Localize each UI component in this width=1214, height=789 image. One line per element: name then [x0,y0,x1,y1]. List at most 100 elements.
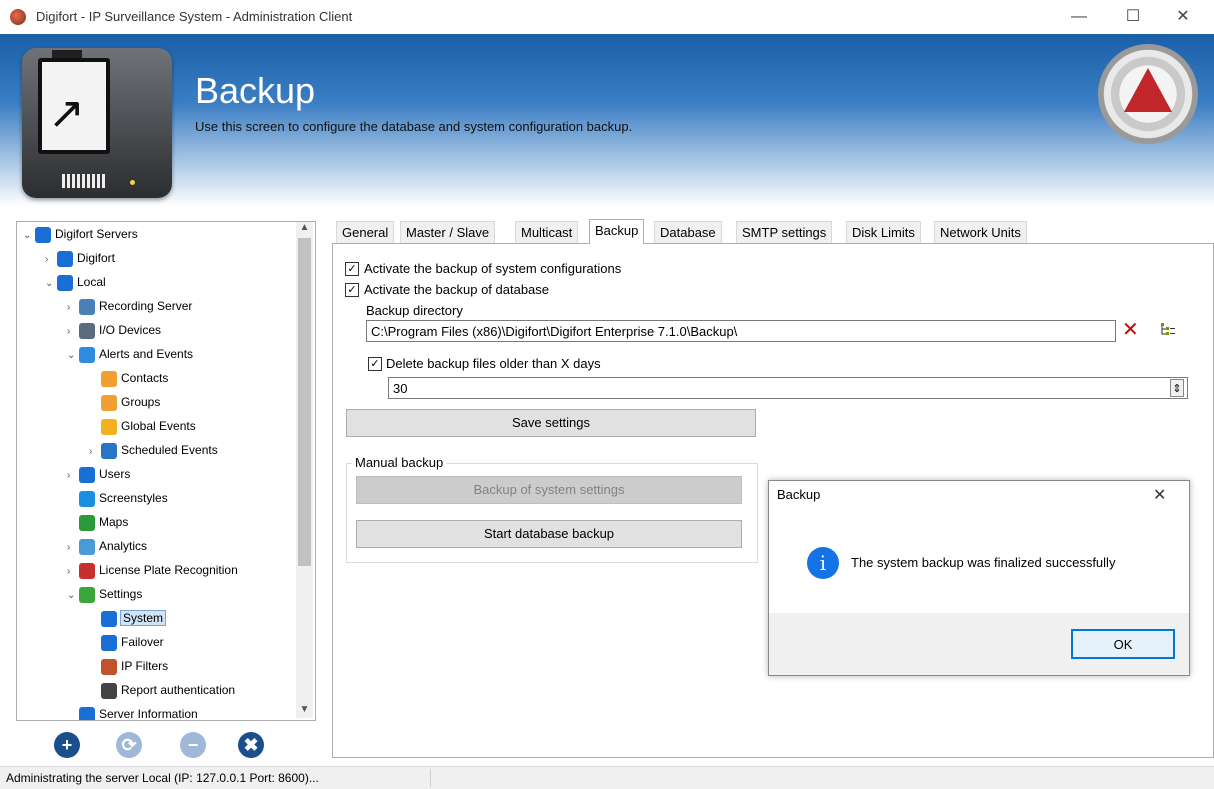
refresh-server-button[interactable]: ⟳ [116,732,142,758]
group-icon [101,394,117,411]
tree-item-ip-filters[interactable]: IP Filters [89,654,168,678]
server-info-icon [79,706,95,720]
tree-item-label: Failover [121,635,164,649]
tree-item-settings[interactable]: ⌄ Settings [67,582,142,606]
tree-item-local[interactable]: ⌄ Local [45,270,106,294]
car-icon [79,562,95,579]
dialog-footer: OK [769,613,1189,675]
tree-item-label: Settings [99,587,143,601]
tree-item-screenstyles[interactable]: Screenstyles [67,486,168,510]
retention-days-input[interactable]: 30 [388,377,1188,399]
tree-item-license-plate-recognition[interactable]: › License Plate Recognition [67,558,238,582]
tree-scrollbar-thumb[interactable] [298,238,311,566]
tree-item-label: I/O Devices [99,323,162,337]
tree-item-users[interactable]: › Users [67,462,130,486]
app-logo-icon [10,9,26,25]
tab-smtp-settings[interactable]: SMTP settings [736,221,833,244]
expand-chevron-icon[interactable]: › [89,440,101,464]
firewall-icon [101,658,117,675]
global-event-icon [101,418,117,435]
tree-item-label: Screenstyles [99,491,168,505]
server-icon [35,226,51,243]
expand-chevron-icon[interactable]: › [67,536,79,560]
server-icon [57,274,73,291]
contact-icon [101,370,117,387]
start-database-backup-button[interactable]: Start database backup [356,520,742,548]
tree-item-groups[interactable]: Groups [89,390,160,414]
tree-item-server-information[interactable]: Server Information [67,702,198,720]
browse-folder-icon[interactable] [1160,322,1176,338]
tree-item-digifort-servers[interactable]: ⌄ Digifort Servers [23,222,138,246]
page-subtitle: Use this screen to configure the databas… [195,119,633,134]
expand-chevron-icon[interactable]: › [67,296,79,320]
status-text: Administrating the server Local (IP: 127… [6,771,319,785]
delete-old-backups-checkbox[interactable]: ✓ [368,357,382,371]
ok-button[interactable]: OK [1071,629,1175,659]
tree-item-maps[interactable]: Maps [67,510,128,534]
tree-item-label: System [119,610,167,626]
tree-item-label: Scheduled Events [121,443,218,457]
collapse-chevron-icon[interactable]: ⌄ [45,272,57,296]
calendar-icon [101,442,117,459]
dialog-title: Backup [777,487,821,502]
tree-item-global-events[interactable]: Global Events [89,414,196,438]
tab-multicast[interactable]: Multicast [515,221,579,244]
tab-database[interactable]: Database [654,221,722,244]
delete-server-button[interactable]: ✖ [238,732,264,758]
server-tree[interactable]: ⌄ Digifort Servers › Digifort ⌄ Local › Recordi… [16,221,316,721]
tab-backup[interactable]: Backup [589,219,645,244]
days-spinner[interactable]: ⇕ [1170,379,1184,397]
tree-item-digifort[interactable]: › Digifort [45,246,115,270]
collapse-chevron-icon[interactable]: ⌄ [67,344,79,368]
tree-item-system[interactable]: System [89,606,167,630]
tree-item-i-o-devices[interactable]: › I/O Devices [67,318,161,342]
tree-item-analytics[interactable]: › Analytics [67,534,147,558]
status-divider [430,769,431,787]
backup-system-settings-button[interactable]: Backup of system settings [356,476,742,504]
io-device-icon [79,322,95,339]
tree-item-contacts[interactable]: Contacts [89,366,168,390]
collapse-chevron-icon[interactable]: ⌄ [23,224,35,248]
expand-chevron-icon[interactable]: › [67,320,79,344]
tree-item-label: Local [77,275,106,289]
maximize-button[interactable]: ☐ [1110,0,1156,34]
tree-item-label: IP Filters [121,659,169,673]
remove-server-button[interactable]: − [180,732,206,758]
activate-database-checkbox[interactable]: ✓ [345,283,359,297]
disk-vent [62,174,106,188]
tab-master-slave[interactable]: Master / Slave [400,221,496,244]
close-window-button[interactable]: ✕ [1160,0,1206,34]
activate-database-label: Activate the backup of database [364,282,550,297]
clear-directory-icon[interactable]: ✕ [1122,318,1139,342]
collapse-chevron-icon[interactable]: ⌄ [67,584,79,608]
expand-chevron-icon[interactable]: › [67,560,79,584]
expand-chevron-icon[interactable]: › [45,248,57,272]
tree-item-scheduled-events[interactable]: › Scheduled Events [89,438,218,462]
logo-triangle [1124,68,1172,112]
tree-item-label: Users [99,467,131,481]
digifort-logo-icon [1098,44,1198,144]
expand-chevron-icon[interactable]: › [67,464,79,488]
disk-led [130,180,135,185]
save-settings-button[interactable]: Save settings [346,409,756,437]
tab-network-units[interactable]: Network Units [934,221,1027,244]
tree-item-label: Digifort Servers [55,227,138,241]
tab-general[interactable]: General [336,221,395,244]
tree-item-label: Groups [121,395,161,409]
tree-item-recording-server[interactable]: › Recording Server [67,294,192,318]
tree-item-label: Global Events [121,419,196,433]
tree-item-alerts-and-events[interactable]: ⌄ Alerts and Events [67,342,193,366]
alert-icon [79,346,95,363]
tab-disk-limits[interactable]: Disk Limits [846,221,921,244]
backup-directory-input[interactable]: C:\Program Files (x86)\Digifort\Digifort… [366,320,1116,342]
activate-system-config-checkbox[interactable]: ✓ [345,262,359,276]
add-server-button[interactable]: + [54,732,80,758]
scroll-up-arrow[interactable]: ▲ [298,222,311,236]
dialog-close-button[interactable]: ✕ [1153,485,1166,505]
tree-item-failover[interactable]: Failover [89,630,164,654]
scroll-down-arrow[interactable]: ▼ [298,704,311,718]
delete-old-backups-label: Delete backup files older than X days [386,356,601,371]
tree-item-report-authentication[interactable]: Report authentication [89,678,235,702]
tree-item-label: Alerts and Events [99,347,194,361]
minimize-button[interactable]: — [1056,0,1102,34]
